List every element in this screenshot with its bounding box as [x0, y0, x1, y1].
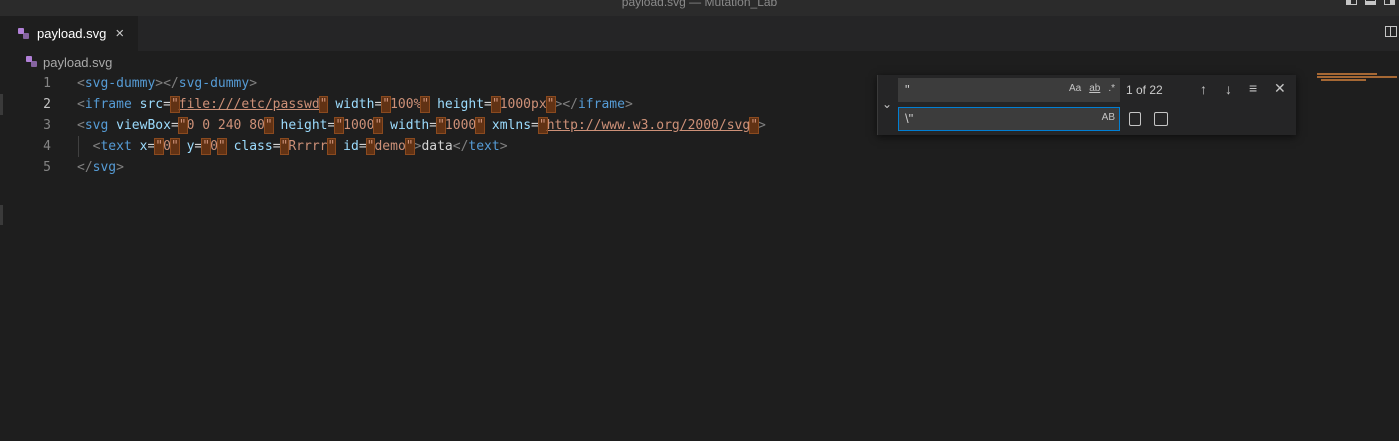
svg-file-icon	[18, 27, 30, 40]
close-icon[interactable]: ✕	[1274, 81, 1286, 95]
find-options: Aa ab .*	[1069, 83, 1115, 94]
tab-label: payload.svg	[37, 26, 107, 41]
toggle-primary-sidebar-icon[interactable]	[1346, 0, 1357, 5]
arrow-up-icon[interactable]: ↑	[1200, 82, 1207, 96]
code-line[interactable]: 5 </svg>	[0, 157, 1399, 178]
code-line[interactable]: 4 <text x="0" y="0" class="Rrrrr" id="de…	[0, 136, 1399, 157]
line-number: 2	[43, 97, 51, 112]
line-number: 3	[43, 118, 51, 133]
title-bar: payload.svg — Mutation_Lab	[0, 0, 1399, 16]
match-count: 1 of 22	[1126, 83, 1163, 97]
preserve-case-icon[interactable]: AB	[1102, 112, 1115, 123]
svg-file-icon	[26, 56, 38, 68]
replace-options: AB	[1102, 112, 1115, 123]
replace-input[interactable]: \" AB	[898, 107, 1120, 131]
close-icon[interactable]: ×	[115, 26, 124, 41]
indent-guide	[78, 136, 79, 157]
gutter-change-marker	[0, 205, 3, 225]
code-text-5[interactable]: </svg>	[77, 157, 124, 178]
find-input-value: "	[905, 82, 910, 97]
split-editor-icon[interactable]	[1385, 26, 1397, 37]
minimap[interactable]	[1317, 73, 1399, 81]
toggle-panel-icon[interactable]	[1365, 0, 1376, 5]
replace-input-value: \"	[905, 111, 914, 126]
code-editor[interactable]: 1 <svg-dummy></svg-dummy> 2 <iframe src=…	[0, 73, 1399, 441]
window-title: payload.svg — Mutation_Lab	[621, 0, 778, 9]
arrow-down-icon[interactable]: ↓	[1225, 82, 1232, 96]
line-number: 1	[43, 76, 51, 91]
chevron-down-icon[interactable]: ⌄	[882, 97, 892, 111]
tab-bar: payload.svg ×	[0, 16, 1399, 51]
replace-all-icon[interactable]	[1154, 112, 1168, 126]
breadcrumb-file[interactable]: payload.svg	[43, 55, 112, 70]
regex-icon[interactable]: .*	[1108, 83, 1115, 94]
match-case-icon[interactable]: Aa	[1069, 83, 1081, 94]
code-text-2[interactable]: <iframe src="file:///etc/passwd" width="…	[77, 94, 633, 115]
layout-controls	[1346, 0, 1395, 8]
breadcrumb: payload.svg	[0, 51, 1399, 73]
line-number: 4	[43, 139, 51, 154]
code-text-3[interactable]: <svg viewBox="0 0 240 80" height="1000" …	[77, 115, 766, 136]
whole-word-icon[interactable]: ab	[1089, 83, 1100, 94]
tab-payload-svg[interactable]: payload.svg ×	[0, 16, 138, 51]
line-number: 5	[43, 160, 51, 175]
find-in-selection-icon[interactable]: ≡	[1249, 81, 1257, 95]
code-text-4[interactable]: <text x="0" y="0" class="Rrrrr" id="demo…	[77, 136, 508, 157]
code-text-1[interactable]: <svg-dummy></svg-dummy>	[77, 73, 257, 94]
replace-icon[interactable]	[1129, 112, 1141, 126]
toggle-secondary-sidebar-icon[interactable]	[1384, 0, 1395, 5]
find-input[interactable]: " Aa ab .*	[898, 78, 1120, 102]
find-replace-widget: ⌄ " Aa ab .* \" AB 1 of 22 ↑ ↓ ≡ ✕	[877, 75, 1296, 135]
